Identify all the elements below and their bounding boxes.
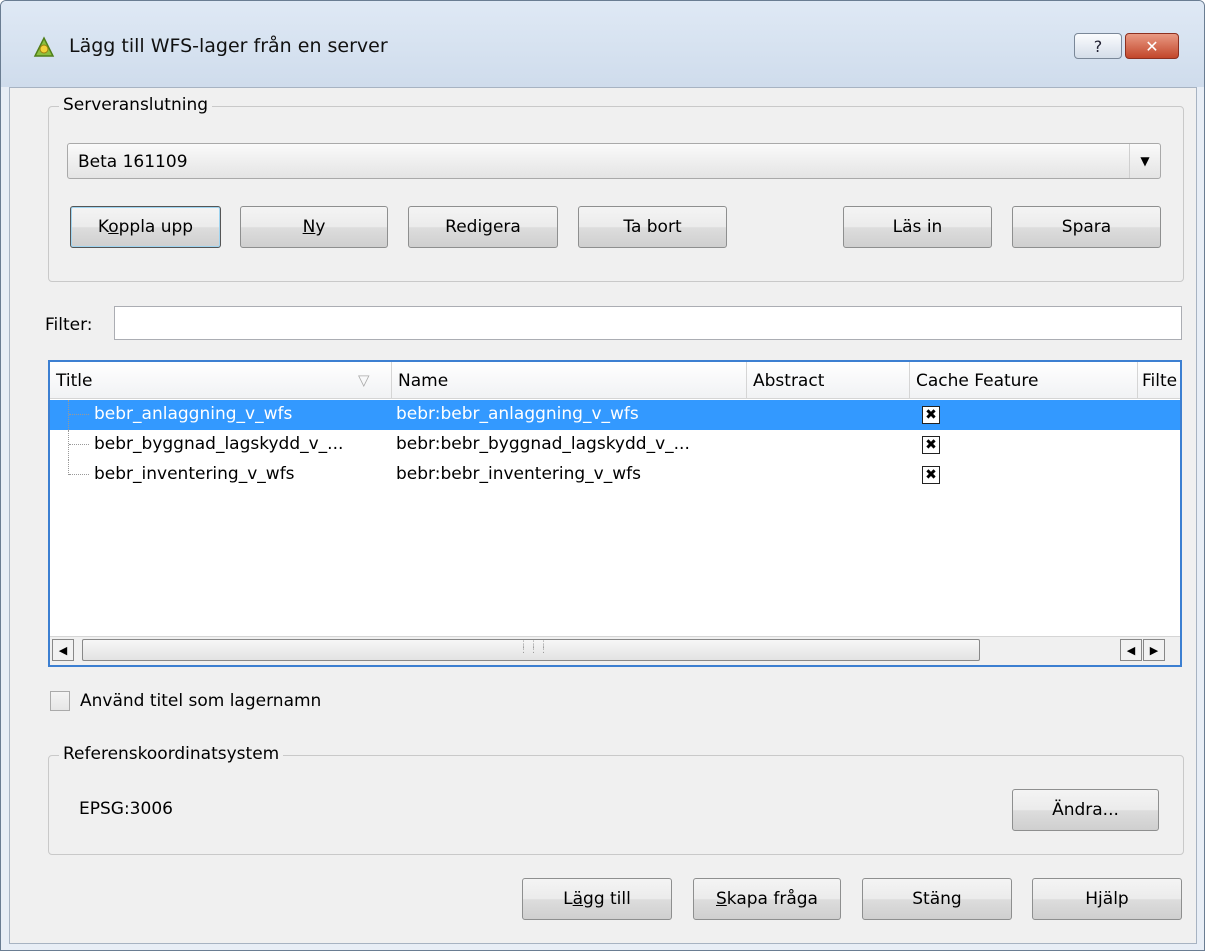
dialog-body: Serveranslutning Beta 161109 ▼ Koppla up…: [9, 87, 1197, 944]
cache-checkbox[interactable]: ✖: [922, 406, 940, 424]
build-query-button-label: Skapa fråga: [716, 889, 818, 909]
remove-button[interactable]: Ta bort: [578, 206, 727, 248]
crs-group-title: Referenskoordinatsystem: [59, 744, 284, 764]
crs-group: Referenskoordinatsystem EPSG:3006 Ändra.…: [48, 744, 1184, 855]
column-abstract-header[interactable]: Abstract: [747, 362, 910, 398]
build-query-button[interactable]: Skapa fråga: [693, 878, 841, 920]
dialog-window: Lägg till WFS-lager från en server ? ✕ S…: [0, 0, 1205, 951]
sort-indicator-icon: ▽: [358, 371, 370, 389]
crs-value: EPSG:3006: [79, 799, 173, 819]
scroll-left-end-icon[interactable]: ◀: [1120, 639, 1142, 661]
row-title: bebr_anlaggning_v_wfs: [94, 404, 293, 424]
save-button[interactable]: Spara: [1012, 206, 1161, 248]
cache-checkbox[interactable]: ✖: [922, 436, 940, 454]
scroll-left-icon[interactable]: ◀: [52, 639, 74, 661]
add-button[interactable]: Lägg till: [522, 878, 672, 920]
tree-line: [68, 400, 91, 430]
row-title: bebr_byggnad_lagskydd_v_...: [94, 434, 344, 454]
new-button[interactable]: Ny: [240, 206, 388, 248]
column-cache-header[interactable]: Cache Feature: [910, 362, 1138, 398]
row-name: bebr:bebr_anlaggning_v_wfs: [396, 404, 639, 424]
scrollbar-thumb[interactable]: ⋮⋮⋮ ⋮⋮⋮: [82, 639, 980, 661]
table-row[interactable]: bebr_byggnad_lagskydd_v_... bebr:bebr_by…: [50, 430, 1180, 460]
qgis-logo-icon: [33, 36, 55, 57]
cache-checkbox[interactable]: ✖: [922, 466, 940, 484]
title-close-button[interactable]: ✕: [1125, 33, 1179, 59]
server-select[interactable]: Beta 161109 ▼: [67, 143, 1161, 179]
use-title-label: Använd titel som lagernamn: [80, 691, 322, 711]
tree-line: [68, 460, 91, 475]
row-name: bebr:bebr_byggnad_lagskydd_v_...: [396, 434, 690, 454]
close-button[interactable]: Stäng: [862, 878, 1012, 920]
filter-label: Filter:: [45, 315, 93, 335]
connect-button-label: Koppla upp: [97, 217, 194, 237]
row-title: bebr_inventering_v_wfs: [94, 464, 295, 484]
edit-button[interactable]: Redigera: [408, 206, 558, 248]
use-title-checkbox[interactable]: [50, 691, 70, 711]
title-bar: Lägg till WFS-lager från en server ? ✕: [1, 1, 1204, 87]
column-title-label: Title: [56, 371, 93, 391]
chevron-down-icon[interactable]: ▼: [1129, 144, 1160, 178]
title-help-button[interactable]: ?: [1074, 33, 1122, 59]
load-button[interactable]: Läs in: [843, 206, 992, 248]
help-button[interactable]: Hjälp: [1032, 878, 1182, 920]
table-row[interactable]: bebr_anlaggning_v_wfs bebr:bebr_anlaggni…: [50, 400, 1180, 430]
row-name: bebr:bebr_inventering_v_wfs: [396, 464, 641, 484]
scroll-right-icon[interactable]: ▶: [1143, 639, 1165, 661]
new-button-label: Ny: [302, 217, 326, 237]
grip-icon: ⋮⋮⋮ ⋮⋮⋮: [519, 640, 549, 655]
server-select-value: Beta 161109: [78, 152, 188, 172]
window-title: Lägg till WFS-lager från en server: [69, 35, 388, 57]
horizontal-scrollbar[interactable]: ◀ ⋮⋮⋮ ⋮⋮⋮ ◀ ▶: [50, 636, 1180, 665]
add-button-label: Lägg till: [563, 889, 631, 909]
filter-input[interactable]: [114, 306, 1182, 340]
connect-button[interactable]: Koppla upp: [70, 206, 221, 248]
server-connection-group: Serveranslutning Beta 161109 ▼ Koppla up…: [48, 95, 1184, 282]
change-crs-button[interactable]: Ändra...: [1012, 789, 1159, 831]
column-name-header[interactable]: Name: [392, 362, 747, 398]
column-title-header[interactable]: Title ▽: [50, 362, 392, 398]
column-filter-header[interactable]: Filte: [1138, 362, 1180, 398]
layer-table: Title ▽ Name Abstract Cache Feature Filt…: [48, 360, 1182, 667]
table-header: Title ▽ Name Abstract Cache Feature Filt…: [50, 362, 1180, 399]
table-row[interactable]: bebr_inventering_v_wfs bebr:bebr_invente…: [50, 460, 1180, 490]
server-connection-title: Serveranslutning: [59, 95, 213, 115]
tree-line: [68, 430, 91, 460]
